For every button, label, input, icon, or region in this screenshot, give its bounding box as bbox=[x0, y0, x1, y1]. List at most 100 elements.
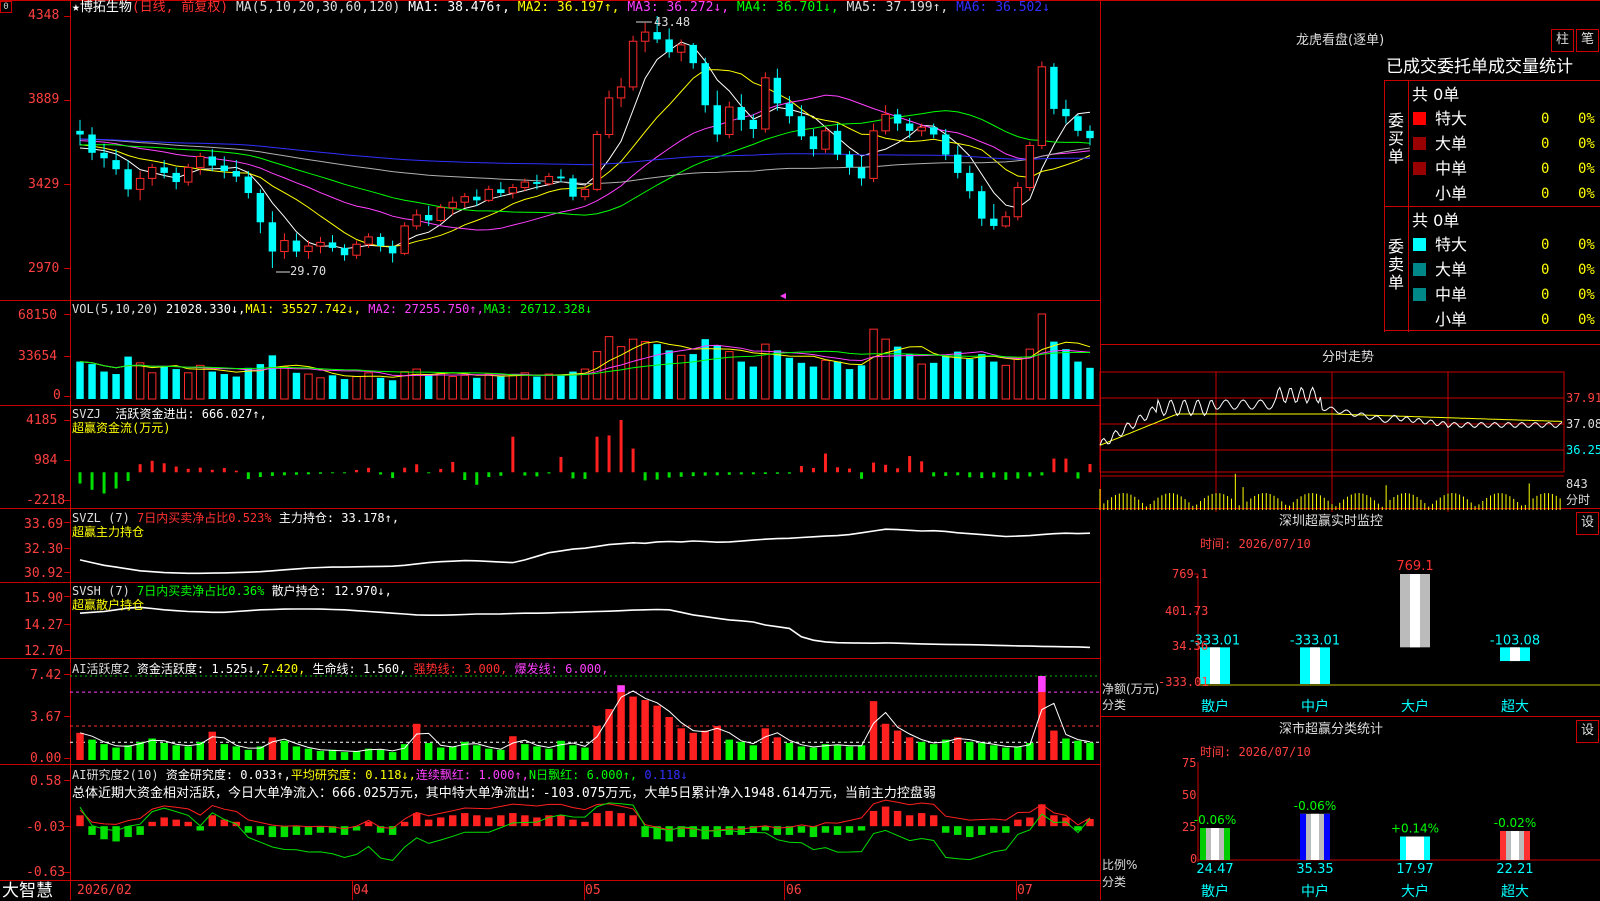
buy-swatch bbox=[1413, 137, 1426, 150]
vol-bar bbox=[978, 354, 986, 399]
ai2-bar bbox=[641, 826, 649, 838]
sell-row-pct: 0% bbox=[1578, 237, 1595, 253]
ai1-bar bbox=[1062, 738, 1070, 760]
candle-body bbox=[147, 166, 157, 179]
vol-bar bbox=[316, 377, 325, 400]
ai1-bar bbox=[521, 744, 529, 760]
ai2-bar bbox=[521, 815, 529, 827]
ai1-life: 生命线: 1.560, bbox=[312, 662, 407, 676]
svsh-line bbox=[79, 606, 1091, 649]
svzj-bar bbox=[1076, 472, 1080, 479]
vol-bar bbox=[845, 369, 854, 399]
ai2-res: 资金研究度: 0.033↑, bbox=[165, 768, 291, 782]
svzj-bar bbox=[150, 460, 154, 473]
vol-bar bbox=[280, 366, 289, 400]
vol-bar bbox=[905, 354, 914, 399]
svzj-bar bbox=[811, 467, 815, 473]
svzj-bar bbox=[896, 468, 900, 473]
stock-name[interactable]: 博拓生物 bbox=[80, 0, 132, 15]
vol-bar bbox=[665, 350, 673, 399]
vol-bar bbox=[473, 377, 481, 399]
monitor-bar-label: 769.1 bbox=[1396, 559, 1433, 574]
svzj-label: SVZJ bbox=[72, 407, 101, 421]
svzj-bar bbox=[475, 472, 479, 485]
vol-ytick: 68150 bbox=[18, 308, 58, 323]
candle-body bbox=[809, 136, 818, 150]
ai1-bar bbox=[617, 685, 625, 760]
kline-ma2-line bbox=[79, 69, 1091, 247]
kline-ma1-line bbox=[79, 41, 1091, 250]
ai1-bar bbox=[677, 728, 685, 760]
candle-body bbox=[592, 134, 602, 190]
intraday-volume: 843 bbox=[1566, 477, 1588, 491]
vol-bar bbox=[376, 377, 385, 399]
vol-ma2: MA2: 27255.750↑, bbox=[368, 302, 484, 316]
tick-view-button[interactable]: 笔 bbox=[1576, 29, 1599, 52]
corner-button[interactable]: 0 bbox=[0, 1, 12, 13]
column-view-button[interactable]: 柱 bbox=[1551, 29, 1574, 52]
ai1-bar bbox=[328, 749, 337, 760]
vol-bar bbox=[520, 372, 530, 400]
ai2-avg-line bbox=[79, 799, 1091, 832]
svzj-bar bbox=[138, 464, 142, 473]
ai1-strong: 强势线: 3.000, bbox=[413, 662, 508, 676]
candle-body bbox=[917, 126, 926, 132]
ai2-bar bbox=[256, 826, 265, 835]
svzj-bar bbox=[499, 472, 503, 476]
candle-body bbox=[316, 241, 325, 247]
ai1-bar bbox=[220, 744, 229, 760]
buy-swatch bbox=[1413, 162, 1426, 175]
vol-ma3: MA3: 26712.328↓ bbox=[483, 302, 593, 316]
ai1-bar bbox=[833, 745, 842, 760]
monitor-category: 中户 bbox=[1301, 698, 1329, 715]
ai2-bar bbox=[954, 826, 962, 835]
vol-bar bbox=[1013, 357, 1023, 400]
candle-body bbox=[966, 172, 974, 192]
vol-bar bbox=[1001, 364, 1011, 400]
vol-bar bbox=[773, 350, 782, 399]
sell-swatch bbox=[1413, 238, 1426, 251]
buy-row-vol: 0 bbox=[1541, 136, 1550, 152]
ai1-bar bbox=[1074, 740, 1082, 760]
price-ytick: 3889 bbox=[28, 92, 60, 107]
class-category: 超大 bbox=[1501, 884, 1529, 900]
ai2-bar bbox=[617, 813, 625, 827]
sz-monitor-ylabel: 净额(万元) bbox=[1102, 682, 1160, 696]
class-bar-value: 17.97 bbox=[1396, 862, 1433, 877]
ai1-bar bbox=[869, 701, 878, 760]
ai1-bar bbox=[954, 737, 962, 760]
ai2-bar bbox=[124, 826, 132, 838]
vol-bar bbox=[172, 369, 180, 399]
sz-class-settings-button[interactable]: 设 bbox=[1576, 720, 1599, 743]
svsh-ytick: 12.70 bbox=[24, 644, 64, 659]
candle-body bbox=[905, 123, 914, 131]
ai2-bar bbox=[1002, 826, 1010, 833]
ai1-bar bbox=[473, 745, 481, 760]
svzj-bar bbox=[294, 472, 298, 475]
sz-monitor-settings-button[interactable]: 设 bbox=[1576, 512, 1599, 535]
svzj-bar bbox=[186, 468, 190, 473]
vol-bar bbox=[893, 346, 902, 399]
sz-monitor-ytick: -333.01 bbox=[1158, 675, 1209, 689]
candle-body bbox=[604, 97, 614, 136]
svzj-bar bbox=[1016, 472, 1020, 479]
monitor-bar-highlight bbox=[1510, 647, 1520, 662]
svzj-bar bbox=[282, 472, 286, 476]
ai1-bar bbox=[424, 743, 433, 760]
buy-swatch bbox=[1413, 112, 1426, 125]
svzj-bar bbox=[739, 472, 743, 475]
svzl-label: SVZL (7) bbox=[72, 511, 130, 525]
vol-bar bbox=[857, 365, 866, 399]
ai1-bar bbox=[412, 723, 421, 760]
svzl-hold: 主力持仓: 33.178↑, bbox=[278, 511, 400, 525]
vol-ytick: 33654 bbox=[18, 349, 58, 364]
sell-row-name: 中单 bbox=[1435, 285, 1468, 304]
sz-class-ylabel: 比例% bbox=[1102, 858, 1138, 872]
ai1-bar bbox=[436, 747, 445, 760]
svzl-ytick: 30.92 bbox=[24, 566, 64, 581]
ai1-bar bbox=[100, 744, 108, 760]
svzj-sub: 超赢资金流(万元) bbox=[72, 421, 171, 435]
candle-body bbox=[1025, 144, 1035, 189]
candle-body bbox=[785, 103, 794, 117]
ai1-bar bbox=[665, 716, 673, 760]
